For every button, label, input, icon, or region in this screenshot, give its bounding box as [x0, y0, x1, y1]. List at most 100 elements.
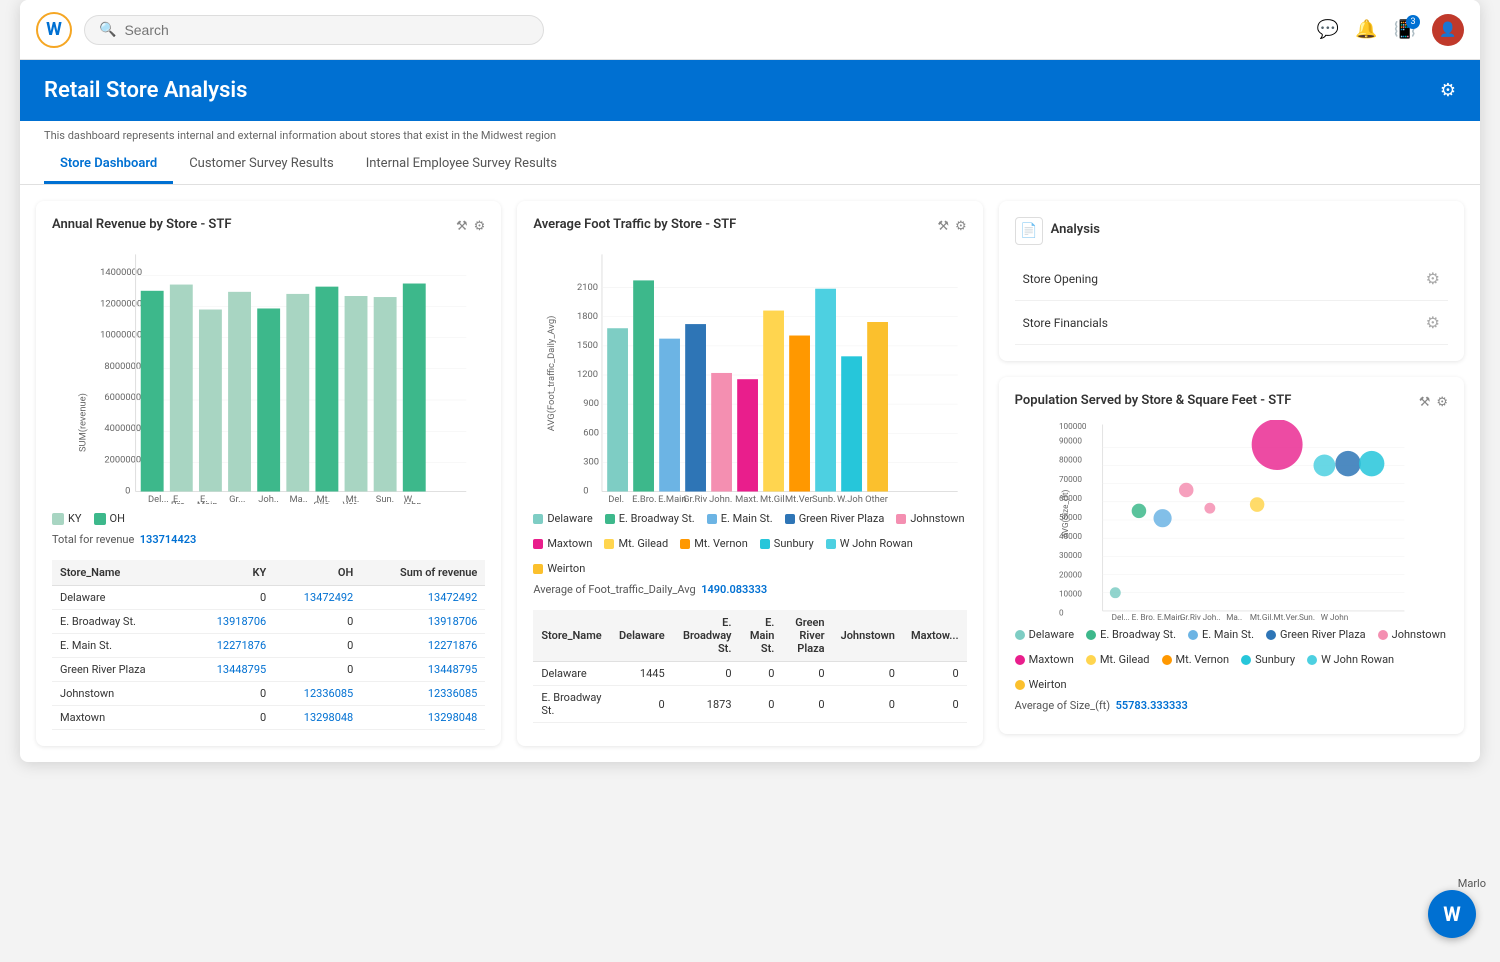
svg-text:20000: 20000 — [1059, 569, 1082, 579]
svg-text:Joh..: Joh.. — [1202, 612, 1220, 620]
svg-text:W John: W John — [1320, 612, 1347, 620]
svg-text:1500: 1500 — [577, 340, 598, 351]
legend-weirton-ft: Weirton — [533, 562, 585, 575]
population-scatter-chart: 0 10000 20000 30000 40000 50000 60000 70… — [1015, 420, 1448, 620]
population-controls[interactable]: ⚒ ⚙ — [1419, 395, 1448, 410]
marlo-label: Marlo — [1458, 877, 1486, 890]
search-input[interactable] — [124, 22, 529, 38]
legend-delaware-ft: Delaware — [533, 512, 592, 525]
svg-text:Sun.: Sun. — [376, 494, 394, 504]
legend-ky: KY — [52, 512, 82, 525]
gear-icon-chart1[interactable]: ⚙ — [474, 219, 486, 234]
foot-traffic-title: Average Foot Traffic by Store - STF — [533, 217, 736, 232]
table-row: E. Broadway St.018730000 — [533, 686, 966, 723]
svg-text:Del...: Del... — [148, 494, 169, 504]
filter-icon[interactable]: ⚒ — [456, 219, 468, 234]
legend-ebroadway-ft: E. Broadway St. — [605, 512, 695, 525]
legend-maxtown-pop: Maxtown — [1015, 653, 1074, 666]
foot-traffic-table: Store_Name Delaware E. Broadway St. E. M… — [533, 610, 966, 723]
gear-icon-ft[interactable]: ⚙ — [955, 219, 967, 234]
legend-greenriver-pop: Green River Plaza — [1266, 628, 1366, 641]
tabs-area: This dashboard represents internal and e… — [20, 121, 1480, 185]
svg-text:600: 600 — [584, 427, 600, 438]
svg-text:0: 0 — [1059, 607, 1064, 617]
tab-bar: Store Dashboard Customer Survey Results … — [44, 146, 1456, 184]
svg-text:90000: 90000 — [1059, 436, 1082, 446]
legend-mtgilead-ft: Mt. Gilead — [604, 537, 668, 550]
svg-text:70000: 70000 — [1059, 474, 1082, 484]
svg-text:E.Main: E.Main — [1157, 612, 1182, 620]
bell-icon[interactable]: 🔔 — [1355, 19, 1377, 40]
col-oh: OH — [274, 560, 361, 586]
workday-fab[interactable]: W — [1428, 890, 1476, 938]
ft-col-maxtown: Maxtow... — [903, 610, 967, 662]
foot-traffic-controls[interactable]: ⚒ ⚙ — [937, 219, 966, 234]
legend-weirton-pop: Weirton — [1015, 678, 1067, 691]
population-card: Population Served by Store & Square Feet… — [999, 377, 1464, 734]
tab-store-dashboard[interactable]: Store Dashboard — [44, 146, 173, 184]
svg-text:1800: 1800 — [577, 311, 598, 322]
col-ky: KY — [187, 560, 274, 586]
table-row: E. Broadway St.13918706013918706 — [52, 610, 485, 634]
foot-traffic-chart: 0 300 600 900 1200 1500 1800 2100 — [533, 244, 966, 504]
avatar[interactable]: 👤 — [1432, 14, 1464, 46]
svg-text:Ma..: Ma.. — [289, 494, 307, 504]
svg-text:Bro.: Bro. — [171, 500, 188, 504]
analysis-icon: 📄 — [1015, 217, 1043, 245]
legend-emain-ft: E. Main St. — [707, 512, 773, 525]
legend-maxtown-ft: Maxtown — [533, 537, 592, 550]
svg-text:Main: Main — [197, 500, 218, 504]
analysis-store-opening[interactable]: Store Opening ⚙ — [1015, 257, 1448, 301]
legend-wjohnrowan-ft: W John Rowan — [826, 537, 913, 550]
legend-sunbury-pop: Sunbury — [1241, 653, 1295, 666]
svg-text:Mt.Ver.: Mt.Ver. — [1273, 612, 1299, 620]
header-description: This dashboard represents internal and e… — [44, 121, 1456, 146]
svg-text:Gr.Riv: Gr.Riv — [1180, 612, 1201, 620]
foot-traffic-header: Average Foot Traffic by Store - STF ⚒ ⚙ — [533, 217, 966, 236]
svg-text:Mt.Gil: Mt.Gil — [760, 494, 785, 504]
table-row: Johnstown01233608512336085 — [52, 682, 485, 706]
chat-icon[interactable]: 💬 — [1317, 19, 1339, 40]
svg-text:Sun.: Sun. — [1299, 612, 1315, 620]
inbox-icon[interactable]: 📳 3 — [1394, 19, 1416, 40]
annual-revenue-controls[interactable]: ⚒ ⚙ — [456, 219, 485, 234]
svg-text:10000: 10000 — [1059, 588, 1082, 598]
population-header: Population Served by Store & Square Feet… — [1015, 393, 1448, 412]
expand-icon-store-opening[interactable]: ⚙ — [1426, 269, 1440, 288]
annual-revenue-title: Annual Revenue by Store - STF — [52, 217, 232, 232]
legend-emain-pop: E. Main St. — [1188, 628, 1254, 641]
ft-col-store: Store_Name — [533, 610, 611, 662]
population-legend: Delaware E. Broadway St. E. Main St. Gre… — [1015, 628, 1448, 691]
gear-icon-pop[interactable]: ⚙ — [1436, 395, 1448, 410]
svg-text:Sunb.: Sunb. — [812, 494, 836, 504]
top-navigation: W 🔍 💬 🔔 📳 3 👤 — [20, 0, 1480, 60]
tab-internal-employee-survey[interactable]: Internal Employee Survey Results — [350, 146, 573, 184]
expand-icon-store-financials[interactable]: ⚙ — [1426, 313, 1440, 332]
svg-text:80000: 80000 — [1059, 455, 1082, 465]
analysis-title: Analysis — [1051, 222, 1100, 237]
annual-revenue-table: Store_Name KY OH Sum of revenue Delaware… — [52, 560, 485, 730]
svg-text:Gr.Riv: Gr.Riv — [683, 494, 707, 504]
ft-col-greenriver: Green River Plaza — [782, 610, 832, 662]
page-title: Retail Store Analysis — [44, 78, 247, 103]
svg-text:E. Bro.: E. Bro. — [1131, 612, 1154, 620]
analysis-store-financials[interactable]: Store Financials ⚙ — [1015, 301, 1448, 345]
svg-text:Maxt.: Maxt. — [735, 494, 758, 504]
legend-johnstown-pop: Johnstown — [1378, 628, 1446, 641]
svg-text:E.Bro.: E.Bro. — [632, 494, 656, 504]
legend-greenriver-ft: Green River Plaza — [785, 512, 885, 525]
tab-customer-survey[interactable]: Customer Survey Results — [173, 146, 350, 184]
legend-mtgilead-pop: Mt. Gilead — [1086, 653, 1150, 666]
legend-delaware-pop: Delaware — [1015, 628, 1074, 641]
settings-icon[interactable]: ⚙ — [1440, 80, 1456, 101]
search-box[interactable]: 🔍 — [84, 15, 544, 45]
svg-text:Gile..: Gile.. — [313, 500, 334, 504]
svg-text:100000: 100000 — [1059, 421, 1087, 431]
legend-johnstown-ft: Johnstown — [896, 512, 964, 525]
filter-icon-ft[interactable]: ⚒ — [937, 219, 949, 234]
svg-text:AVG(Size_(ft): AVG(Size_(ft) — [1060, 490, 1071, 539]
ft-col-ebroadway: E. Broadway St. — [673, 610, 740, 662]
search-icon: 🔍 — [99, 22, 116, 38]
app-logo[interactable]: W — [36, 12, 72, 48]
filter-icon-pop[interactable]: ⚒ — [1419, 395, 1431, 410]
